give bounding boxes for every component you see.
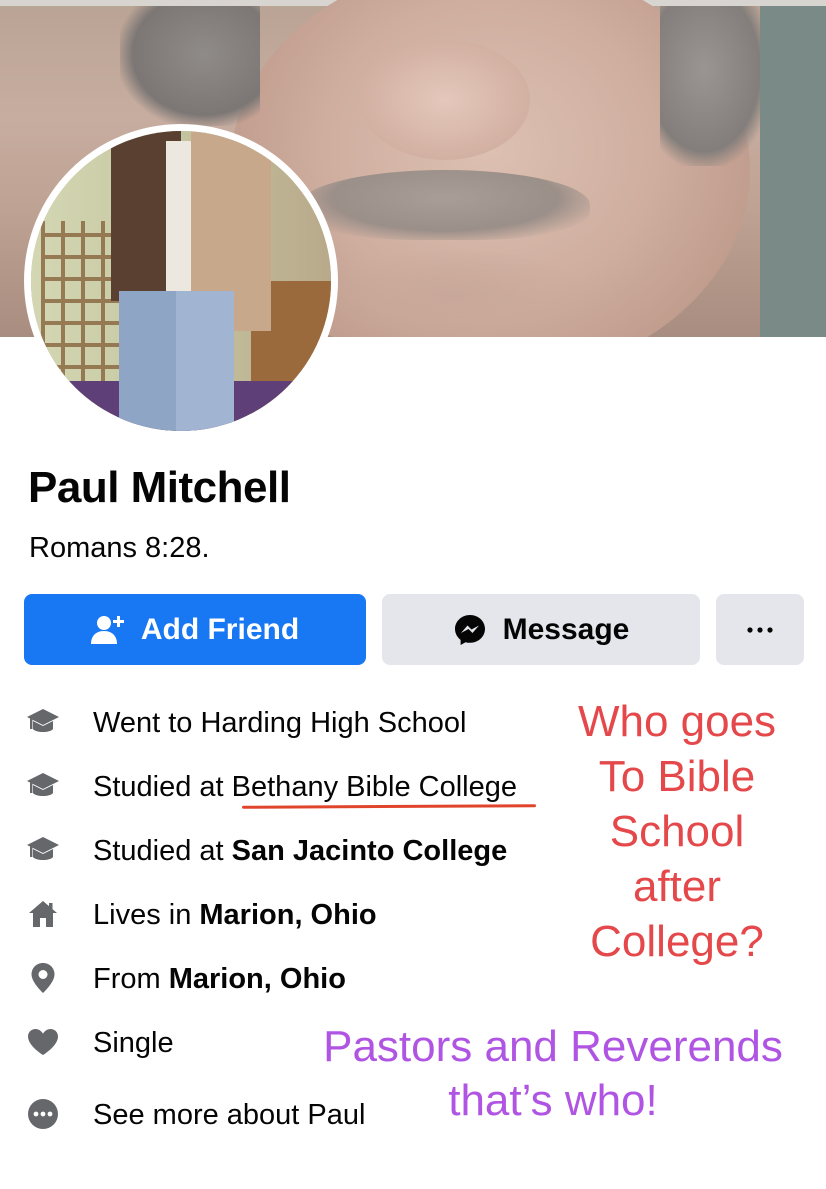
more-options-icon: [747, 626, 773, 633]
more-circle-icon: [26, 1097, 60, 1131]
messenger-icon: [453, 613, 487, 647]
add-friend-label: Add Friend: [140, 612, 300, 646]
heart-icon: [26, 1025, 60, 1059]
intro-item-link[interactable]: San Jacinto College: [232, 835, 508, 867]
annotation-line: that’s who!: [448, 1076, 658, 1125]
intro-item-link[interactable]: Marion, Ohio: [199, 899, 376, 931]
intro-item-prefix: Studied at: [93, 835, 232, 867]
annotation-question: Who goes To Bible School after College?: [552, 694, 802, 969]
annotation-line: School: [609, 807, 745, 856]
intro-item-bible-college: Studied at Bethany Bible College: [0, 767, 560, 807]
graduation-cap-icon: [26, 833, 60, 867]
annotation-line: Pastors and Reverends: [323, 1022, 783, 1071]
cover-nose: [360, 40, 530, 160]
avatar-jeans-right: [176, 291, 234, 431]
intro-item-text: From Marion, Ohio: [93, 959, 346, 999]
intro-item-link[interactable]: Marion, Ohio: [169, 963, 346, 995]
intro-item-prefix: From: [93, 963, 169, 995]
annotation-line: To Bible: [598, 752, 756, 801]
cover-chin: [330, 250, 580, 337]
intro-item-text: Studied at Bethany Bible College: [93, 771, 518, 803]
message-button[interactable]: Message: [382, 594, 700, 665]
message-label: Message: [502, 612, 630, 646]
location-pin-icon: [26, 961, 60, 995]
intro-item-from: From Marion, Ohio: [0, 959, 560, 999]
annotation-line: College?: [590, 917, 764, 966]
avatar-jeans-left: [119, 291, 177, 431]
add-friend-icon: [90, 614, 125, 646]
annotation-underline: [241, 804, 537, 809]
home-icon: [26, 897, 60, 931]
annotation-line: after: [632, 862, 722, 911]
cover-background-wall: [760, 6, 826, 337]
avatar-baby-gate: [41, 221, 121, 391]
profile-picture-image: [31, 131, 331, 431]
intro-item-text: Went to Harding High School: [93, 707, 467, 739]
more-options-button[interactable]: [716, 594, 804, 665]
graduation-cap-icon: [26, 769, 60, 803]
profile-bio: Romans 8:28.: [29, 532, 210, 564]
add-friend-button[interactable]: Add Friend: [24, 594, 366, 665]
cover-hair-right: [660, 6, 770, 166]
annotation-line: Who goes: [577, 697, 777, 746]
intro-item-text: Studied at San Jacinto College: [93, 831, 507, 871]
intro-item-college: Studied at San Jacinto College: [0, 831, 560, 871]
intro-item-text: Single: [93, 1027, 174, 1059]
profile-name: Paul Mitchell: [28, 463, 291, 512]
intro-item-text: Lives in Marion, Ohio: [93, 895, 377, 935]
profile-picture[interactable]: [24, 124, 338, 438]
annotation-answer: Pastors and Reverends that’s who!: [296, 1020, 810, 1128]
cover-hair-left: [120, 6, 260, 126]
intro-item-high-school: Went to Harding High School: [0, 703, 560, 743]
cover-mustache: [300, 170, 590, 240]
intro-item-lives-in: Lives in Marion, Ohio: [0, 895, 560, 935]
graduation-cap-icon: [26, 705, 60, 739]
intro-item-prefix: Lives in: [93, 899, 200, 931]
